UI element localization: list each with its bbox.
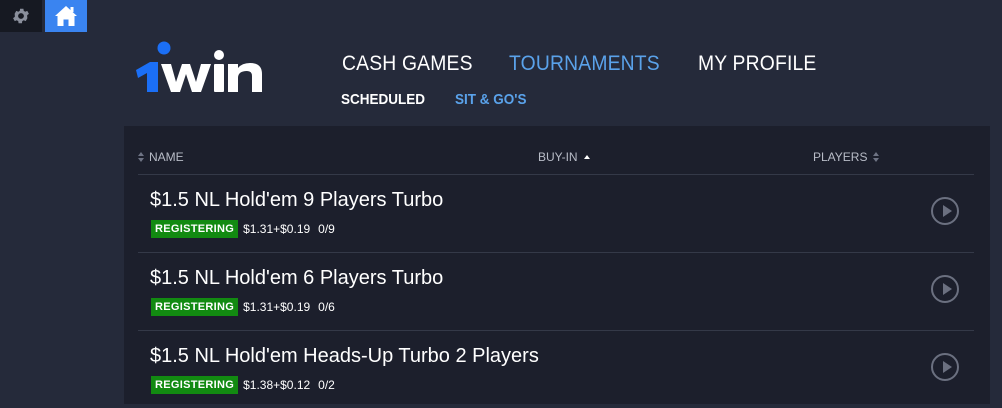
- tournament-title: $1.5 NL Hold'em Heads-Up Turbo 2 Players: [150, 345, 539, 367]
- column-header-buyin-label: BUY-IN: [538, 150, 578, 164]
- main-nav: CASH GAMES TOURNAMENTS MY PROFILE: [342, 52, 852, 76]
- buyin-value: $1.31+$0.19: [243, 300, 311, 314]
- buyin-value: $1.38+$0.12: [243, 378, 311, 392]
- home-button[interactable]: [45, 0, 87, 32]
- gear-icon: [13, 8, 29, 24]
- tournament-row[interactable]: $1.5 NL Hold'em 9 Players Turbo REGISTER…: [138, 174, 974, 252]
- home-icon: [55, 6, 77, 26]
- sort-icon: [138, 151, 144, 163]
- sort-icon: [873, 151, 880, 163]
- play-button[interactable]: [931, 353, 959, 381]
- tournament-list-panel: NAME BUY-IN PLAYERS $1.5 NL Hold'em 9 Pl…: [124, 126, 990, 404]
- subnav-scheduled[interactable]: SCHEDULED: [341, 91, 425, 108]
- play-icon: [943, 283, 952, 295]
- players-count: 0/6: [318, 300, 335, 314]
- play-icon: [943, 361, 952, 373]
- tournament-title: $1.5 NL Hold'em 9 Players Turbo: [150, 189, 444, 211]
- status-badge: REGISTERING: [151, 220, 239, 238]
- brand-logo[interactable]: [134, 40, 274, 96]
- column-header-name-label: NAME: [149, 150, 184, 164]
- tournament-row[interactable]: $1.5 NL Hold'em 6 Players Turbo REGISTER…: [138, 252, 974, 330]
- buyin-value: $1.31+$0.19: [243, 222, 311, 236]
- tournament-rows: $1.5 NL Hold'em 9 Players Turbo REGISTER…: [138, 174, 974, 408]
- column-header-players[interactable]: PLAYERS: [813, 150, 880, 164]
- sort-ascending-icon: [583, 155, 590, 159]
- column-header-players-label: PLAYERS: [813, 150, 868, 164]
- column-header-buyin[interactable]: BUY-IN: [538, 150, 590, 164]
- tournament-meta: REGISTERING $1.31+$0.19 0/6: [151, 298, 335, 316]
- settings-button[interactable]: [0, 0, 42, 32]
- sub-nav: SCHEDULED SIT & GO'S: [341, 91, 556, 108]
- subnav-sit-and-gos[interactable]: SIT & GO'S: [455, 91, 526, 108]
- play-button[interactable]: [931, 197, 959, 225]
- status-badge: REGISTERING: [151, 376, 239, 394]
- nav-tournaments[interactable]: TOURNAMENTS: [509, 52, 660, 76]
- status-badge: REGISTERING: [151, 298, 239, 316]
- tournament-meta: REGISTERING $1.31+$0.19 0/9: [151, 220, 335, 238]
- players-count: 0/9: [318, 222, 335, 236]
- table-header: NAME BUY-IN PLAYERS: [124, 126, 990, 174]
- nav-cash-games[interactable]: CASH GAMES: [342, 52, 473, 76]
- 1win-logo: [136, 41, 262, 92]
- tournament-row[interactable]: $1.5 NL Hold'em Heads-Up Turbo 2 Players…: [138, 330, 974, 408]
- nav-my-profile[interactable]: MY PROFILE: [698, 52, 817, 76]
- tournament-meta: REGISTERING $1.38+$0.12 0/2: [151, 376, 335, 394]
- column-header-name[interactable]: NAME: [138, 150, 184, 164]
- players-count: 0/2: [318, 378, 335, 392]
- tournament-title: $1.5 NL Hold'em 6 Players Turbo: [150, 267, 444, 289]
- play-button[interactable]: [931, 275, 959, 303]
- top-toolbar: [0, 0, 87, 32]
- play-icon: [943, 205, 952, 217]
